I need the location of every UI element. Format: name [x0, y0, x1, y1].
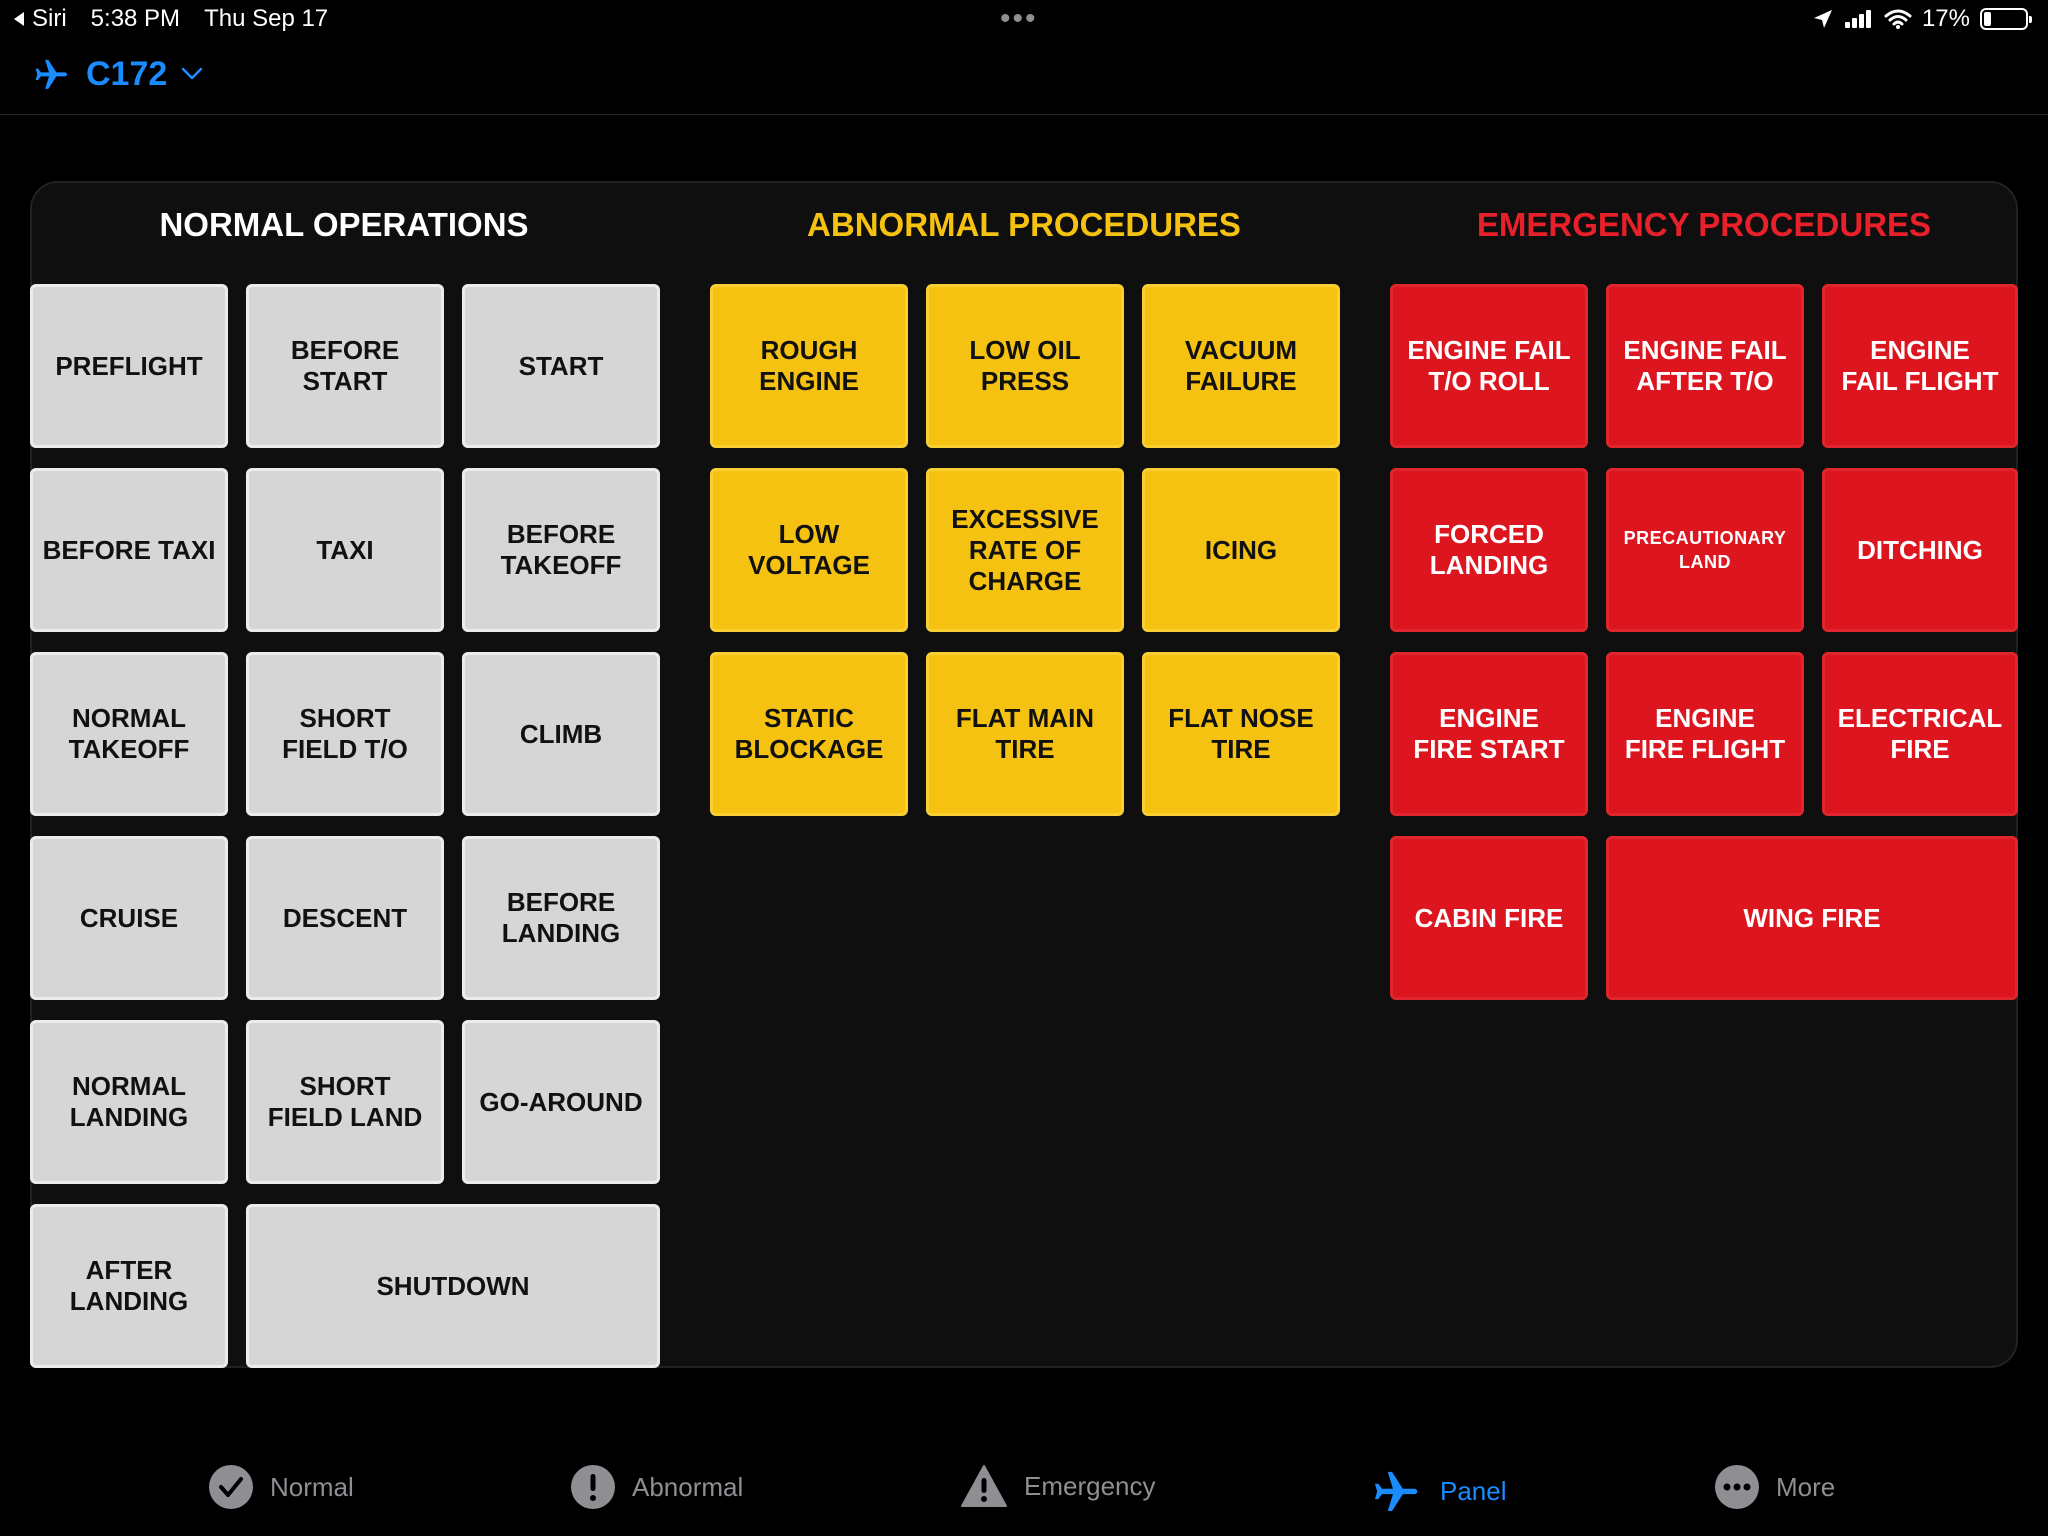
battery-icon [1980, 8, 2032, 30]
electrical-fire-button[interactable]: ELECTRICAL FIRE [1822, 652, 2018, 816]
tab-normal-label: Normal [270, 1471, 354, 1502]
battery-percent: 17% [1921, 5, 1970, 32]
shutdown-button[interactable]: SHUTDOWN [246, 1204, 660, 1368]
aircraft-selector[interactable]: C172 [32, 54, 203, 94]
section-title-abnormal: ABNORMAL PROCEDURES [807, 206, 1241, 243]
section-title-emergency: EMERGENCY PROCEDURES [1476, 206, 1932, 243]
climb-button[interactable]: CLIMB [462, 652, 660, 816]
short-field-takeoff-button[interactable]: SHORT FIELD T/O [246, 652, 444, 816]
precautionary-land-button[interactable]: PRECAUTIONARY LAND [1606, 468, 1804, 632]
engine-fire-start-button[interactable]: ENGINE FIRE START [1390, 652, 1588, 816]
multitasking-dots[interactable]: ••• [1000, 2, 1038, 36]
flat-main-tire-button[interactable]: FLAT MAIN TIRE [926, 652, 1124, 816]
status-date: Thu Sep 17 [204, 5, 329, 32]
forced-landing-button[interactable]: FORCED LANDING [1390, 468, 1588, 632]
low-oil-press-button[interactable]: LOW OIL PRESS [926, 284, 1124, 448]
back-triangle-icon [14, 12, 24, 26]
tab-panel-label: Panel [1440, 1475, 1507, 1506]
back-to-siri[interactable]: Siri [12, 5, 67, 33]
engine-fail-after-takeoff-button[interactable]: ENGINE FAIL AFTER T/O [1606, 284, 1804, 448]
warning-triangle-icon [961, 1465, 1007, 1507]
tab-abnormal[interactable]: Abnormal [570, 1464, 743, 1510]
preflight-button[interactable]: PREFLIGHT [30, 284, 228, 448]
tab-more-label: More [1776, 1471, 1836, 1502]
descent-button[interactable]: DESCENT [246, 836, 444, 1000]
back-label: Siri [32, 5, 67, 32]
before-taxi-button[interactable]: BEFORE TAXI [30, 468, 228, 632]
rough-engine-button[interactable]: ROUGH ENGINE [710, 284, 908, 448]
cruise-button[interactable]: CRUISE [30, 836, 228, 1000]
tab-bar: Normal Abnormal Emergency Panel More [0, 1440, 2048, 1536]
tab-abnormal-label: Abnormal [632, 1471, 744, 1502]
ellipsis-circle-icon [1715, 1465, 1759, 1509]
chevron-down-icon [182, 67, 203, 80]
nav-bar: C172 [0, 40, 2048, 115]
flat-nose-tire-button[interactable]: FLAT NOSE TIRE [1142, 652, 1340, 816]
tab-normal[interactable]: Normal [208, 1464, 354, 1510]
engine-fail-takeoff-roll-button[interactable]: ENGINE FAIL T/O ROLL [1390, 284, 1588, 448]
low-voltage-button[interactable]: LOW VOLTAGE [710, 468, 908, 632]
before-landing-button[interactable]: BEFORE LANDING [462, 836, 660, 1000]
ditching-button[interactable]: DITCHING [1822, 468, 2018, 632]
cellular-signal-icon [1844, 10, 1871, 28]
tab-emergency-label: Emergency [1024, 1470, 1156, 1501]
location-arrow-icon [1813, 10, 1832, 28]
tab-more[interactable]: More [1714, 1464, 1835, 1510]
static-blockage-button[interactable]: STATIC BLOCKAGE [710, 652, 908, 816]
normal-landing-button[interactable]: NORMAL LANDING [30, 1020, 228, 1184]
excessive-rate-of-charge-button[interactable]: EXCESSIVE RATE OF CHARGE [926, 468, 1124, 632]
status-bar: Siri 5:38 PM Thu Sep 17 ••• 17% [0, 0, 2048, 40]
cabin-fire-button[interactable]: CABIN FIRE [1390, 836, 1588, 1000]
short-field-landing-button[interactable]: SHORT FIELD LAND [246, 1020, 444, 1184]
vacuum-failure-button[interactable]: VACUUM FAILURE [1142, 284, 1340, 448]
airplane-icon [1374, 1471, 1418, 1512]
exclamation-circle-icon [571, 1465, 615, 1509]
engine-fail-flight-button[interactable]: ENGINE FAIL FLIGHT [1822, 284, 2018, 448]
start-button[interactable]: START [462, 284, 660, 448]
wing-fire-button[interactable]: WING FIRE [1606, 836, 2018, 1000]
tab-panel[interactable]: Panel [1370, 1464, 1507, 1518]
wifi-icon [1884, 9, 1912, 29]
checkmark-circle-icon [209, 1465, 253, 1509]
section-title-normal: NORMAL OPERATIONS [159, 206, 529, 243]
normal-takeoff-button[interactable]: NORMAL TAKEOFF [30, 652, 228, 816]
engine-fire-flight-button[interactable]: ENGINE FIRE FLIGHT [1606, 652, 1804, 816]
tab-emergency[interactable]: Emergency [960, 1464, 1156, 1508]
go-around-button[interactable]: GO-AROUND [462, 1020, 660, 1184]
before-takeoff-button[interactable]: BEFORE TAKEOFF [462, 468, 660, 632]
aircraft-name: C172 [86, 54, 168, 93]
after-landing-button[interactable]: AFTER LANDING [30, 1204, 228, 1368]
airplane-icon [35, 59, 67, 89]
icing-button[interactable]: ICING [1142, 468, 1340, 632]
taxi-button[interactable]: TAXI [246, 468, 444, 632]
status-time: 5:38 PM [90, 5, 181, 32]
before-start-button[interactable]: BEFORE START [246, 284, 444, 448]
